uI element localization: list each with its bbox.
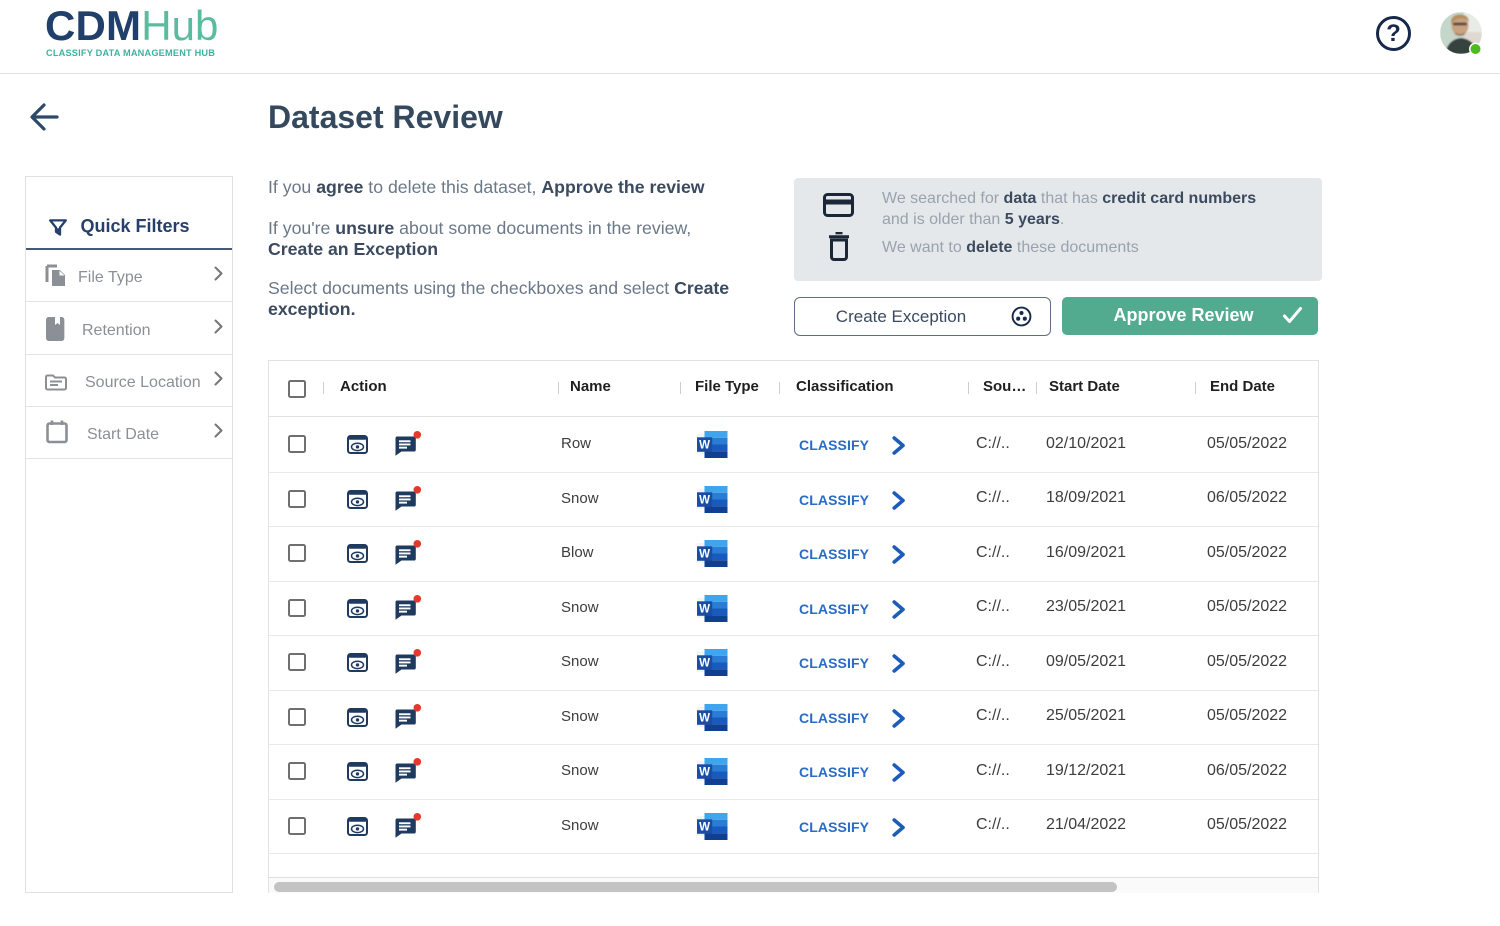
svg-text:W: W [699, 494, 710, 506]
svg-text:W: W [699, 767, 710, 779]
svg-text:W: W [699, 821, 710, 833]
svg-text:W: W [699, 549, 710, 561]
svg-text:W: W [699, 603, 710, 615]
svg-text:W: W [699, 658, 710, 670]
svg-text:W: W [699, 440, 710, 452]
svg-text:W: W [699, 712, 710, 724]
